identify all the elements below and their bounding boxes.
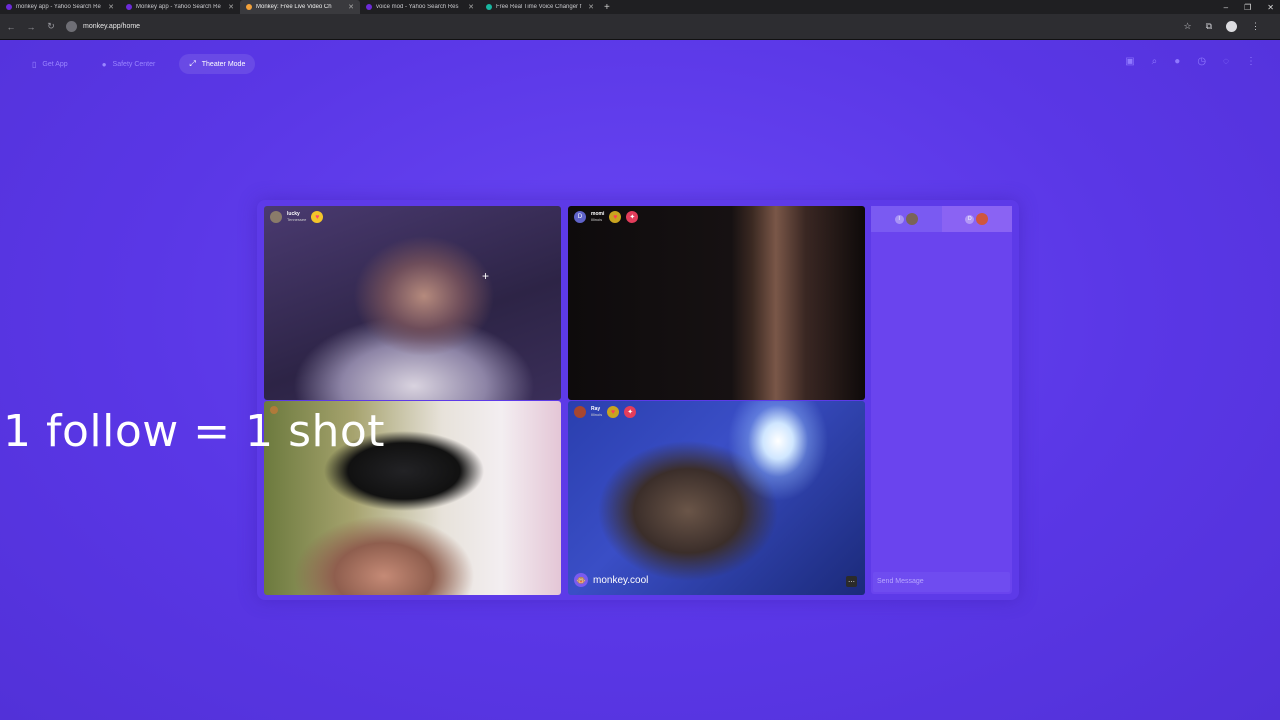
- voicechanger-favicon-icon: [486, 4, 492, 10]
- get-app-label: Get App: [42, 60, 68, 68]
- close-window-icon[interactable]: ✕: [1267, 3, 1274, 12]
- top-nav: ▯ Get App ● Safety Center ⤢ Theater Mode: [22, 54, 256, 74]
- expand-icon: ⤢: [189, 59, 196, 68]
- more-options-icon[interactable]: ⋯: [846, 576, 857, 587]
- tab-title: Free Real Time Voice Changer f: [496, 4, 582, 10]
- tab-title: Monkey app - Yahoo Search Re: [136, 4, 221, 10]
- menu-kebab-icon[interactable]: ⋮: [1251, 21, 1260, 32]
- browser-tab-bar: monkey app - Yahoo Search Re ✕ Monkey ap…: [0, 0, 1280, 14]
- browser-tab-active[interactable]: Monkey: Free Live Video Ch ✕: [240, 0, 360, 14]
- chat-panel: I D Send Message: [871, 206, 1012, 594]
- user-tag[interactable]: lucky Tennessee ♥: [270, 211, 324, 223]
- address-bar: ← → ↻ monkey.app/home ☆ ⧉ ⋮: [0, 14, 1280, 40]
- site-info-icon[interactable]: [66, 21, 77, 32]
- reload-icon[interactable]: ↻: [46, 21, 56, 32]
- monkey-logo-icon: 🐵: [574, 573, 588, 587]
- top-right-icons: ▣ ⌕ ● ◷ ◌ ⋮: [1125, 56, 1256, 67]
- heart-badge-icon[interactable]: ♥: [311, 211, 324, 223]
- extensions-icon[interactable]: ⧉: [1206, 21, 1212, 32]
- profile-avatar[interactable]: [1226, 21, 1237, 32]
- yahoo-favicon-icon: [126, 4, 132, 10]
- close-tab-icon[interactable]: ✕: [108, 3, 114, 11]
- get-app-button[interactable]: ▯ Get App: [22, 54, 78, 74]
- bookmark-star-icon[interactable]: ☆: [1183, 21, 1191, 32]
- theater-mode-label: Theater Mode: [201, 60, 246, 68]
- maximize-icon[interactable]: ❐: [1244, 3, 1251, 12]
- monkey-page: ▯ Get App ● Safety Center ⤢ Theater Mode…: [0, 40, 1280, 720]
- safety-center-label: Safety Center: [112, 60, 156, 68]
- user-tag[interactable]: Ray Illinois ♥ ✦: [574, 406, 637, 418]
- stream-overlay-text: 1 follow = 1 shot: [3, 406, 386, 457]
- heart-badge-icon[interactable]: ♥: [609, 211, 622, 223]
- chat-user-tab[interactable]: I: [871, 206, 942, 232]
- user-location: Illinois: [591, 412, 603, 417]
- tab-title: Monkey: Free Live Video Ch: [256, 4, 332, 10]
- url-field[interactable]: monkey.app/home: [66, 18, 1173, 36]
- safety-center-button[interactable]: ● Safety Center: [92, 54, 166, 74]
- url-text: monkey.app/home: [83, 23, 141, 30]
- avatar: D: [574, 211, 586, 223]
- chat-header: I D: [871, 206, 1012, 232]
- browser-tab[interactable]: monkey app - Yahoo Search Re ✕: [0, 0, 120, 14]
- shield-icon: ●: [101, 59, 107, 69]
- forward-icon[interactable]: →: [26, 22, 36, 32]
- video-tile[interactable]: lucky Tennessee ♥ +: [264, 206, 561, 400]
- video-grid: lucky Tennessee ♥ + D momi Illinois ♥ ✦: [257, 200, 1019, 600]
- gift-badge-icon[interactable]: ✦: [626, 211, 639, 223]
- minimize-icon[interactable]: –: [1224, 3, 1228, 12]
- monkey-favicon-icon: [246, 4, 252, 10]
- avatar: [574, 406, 586, 418]
- browser-tab[interactable]: voice mod - Yahoo Search Res ✕: [360, 0, 480, 14]
- user-location: Tennessee: [287, 217, 307, 222]
- window-controls: – ❐ ✕: [1224, 0, 1274, 14]
- history-icon[interactable]: ◷: [1197, 56, 1206, 67]
- browser-tab[interactable]: Free Real Time Voice Changer f ✕: [480, 0, 600, 14]
- chat-user-tab[interactable]: D: [941, 206, 1012, 232]
- shop-icon[interactable]: ▣: [1125, 56, 1134, 67]
- close-tab-icon[interactable]: ✕: [588, 3, 594, 11]
- new-tab-icon[interactable]: +: [604, 2, 610, 13]
- search-icon[interactable]: ⌕: [1152, 56, 1158, 67]
- close-tab-icon[interactable]: ✕: [348, 3, 354, 11]
- video-tile[interactable]: D momi Illinois ♥ ✦: [568, 206, 865, 400]
- cursor-icon: +: [482, 269, 490, 283]
- avatar: [270, 211, 282, 223]
- send-message-input[interactable]: Send Message: [873, 572, 1010, 592]
- heart-badge-icon[interactable]: ♥: [607, 406, 620, 418]
- chat-icon[interactable]: ◌: [1223, 56, 1229, 67]
- phone-icon: ▯: [32, 59, 37, 69]
- monkey-watermark: 🐵 monkey.cool: [574, 573, 648, 587]
- user-tag[interactable]: D momi Illinois ♥ ✦: [574, 211, 639, 223]
- gift-badge-icon[interactable]: ✦: [624, 406, 637, 418]
- avatar: [976, 213, 989, 225]
- video-tile[interactable]: Ray Illinois ♥ ✦ 🐵 monkey.cool ⋯: [568, 401, 865, 595]
- theater-mode-button[interactable]: ⤢ Theater Mode: [179, 54, 256, 74]
- close-tab-icon[interactable]: ✕: [468, 3, 474, 11]
- avatar: [905, 213, 918, 225]
- profile-icon[interactable]: ●: [1174, 56, 1180, 67]
- user-initial: D: [965, 214, 975, 224]
- more-icon[interactable]: ⋮: [1246, 56, 1256, 67]
- yahoo-favicon-icon: [6, 4, 12, 10]
- watermark-text: monkey.cool: [593, 574, 649, 586]
- user-location: Illinois: [591, 217, 603, 222]
- toolbar-right: ☆ ⧉ ⋮: [1183, 21, 1260, 32]
- tab-title: monkey app - Yahoo Search Re: [16, 4, 101, 10]
- close-tab-icon[interactable]: ✕: [228, 3, 234, 11]
- yahoo-favicon-icon: [366, 4, 372, 10]
- browser-tab[interactable]: Monkey app - Yahoo Search Re ✕: [120, 0, 240, 14]
- user-initial: I: [894, 214, 904, 224]
- tab-title: voice mod - Yahoo Search Res: [376, 4, 459, 10]
- back-icon[interactable]: ←: [6, 22, 16, 32]
